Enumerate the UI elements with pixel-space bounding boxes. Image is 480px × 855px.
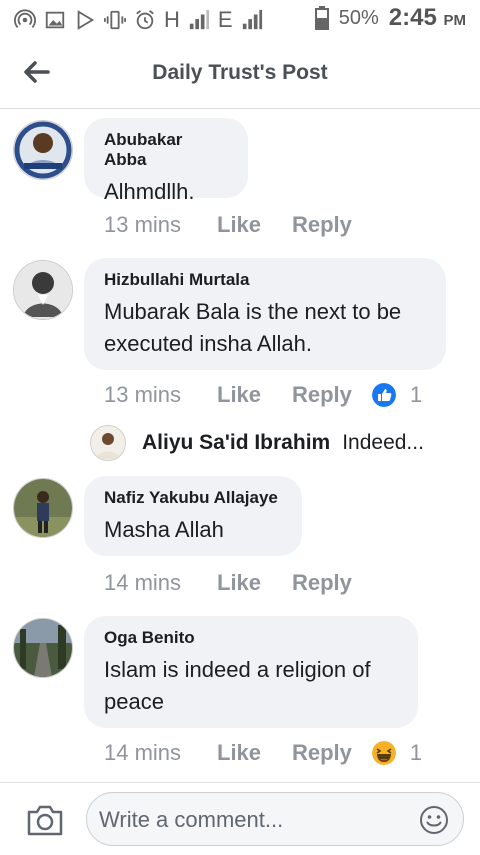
comment-time[interactable]: 13 mins <box>104 382 217 408</box>
clock-ampm: PM <box>443 12 467 29</box>
comment-text: Mubarak Bala is the next to be executed … <box>104 299 402 356</box>
comment-meta: 13 mins Like Reply 1 <box>104 382 422 408</box>
comment-author[interactable]: Hizbullahi Murtala <box>104 270 426 290</box>
avatar[interactable] <box>13 618 73 678</box>
clock-time: 2:45 <box>388 4 437 31</box>
reply-preview[interactable]: Aliyu Sa'id Ibrahim Indeed... <box>90 424 424 462</box>
camera-icon[interactable] <box>26 803 64 837</box>
comment-composer: Write a comment... <box>0 782 480 855</box>
comment-meta: 14 mins Like Reply 1 <box>104 740 422 766</box>
comment-time[interactable]: 13 mins <box>104 212 217 238</box>
reply-text: Indeed... <box>342 431 424 454</box>
reaction-count: 1 <box>409 382 423 407</box>
reply-author[interactable]: Aliyu Sa'id Ibrahim <box>142 431 330 455</box>
wifi-hotspot-icon <box>14 9 36 28</box>
comment-text: Alhmdllh. <box>104 179 195 204</box>
clock: 2:45 PM <box>389 4 466 32</box>
vibrate-icon <box>104 10 126 30</box>
comment-input[interactable]: Write a comment... <box>86 792 464 846</box>
avatar[interactable] <box>90 425 126 461</box>
network-type-e: E <box>217 7 233 32</box>
like-link[interactable]: Like <box>217 740 292 766</box>
signal-e-icon <box>242 9 262 30</box>
avatar[interactable] <box>13 120 73 180</box>
comment-input-placeholder: Write a comment... <box>99 807 284 832</box>
reply-link[interactable]: Reply <box>292 382 352 408</box>
page-title: Daily Trust's Post <box>152 61 328 84</box>
comment-bubble[interactable]: Abubakar Abba Alhmdllh. <box>84 118 248 204</box>
header: Daily Trust's Post <box>0 38 480 109</box>
comment-meta: 14 mins Like Reply <box>104 570 352 596</box>
comment-text: Islam is indeed a religion of peace <box>104 657 371 714</box>
image-icon <box>45 11 65 29</box>
signal-h-icon <box>189 9 209 30</box>
comment-author[interactable]: Abubakar Abba <box>104 130 228 170</box>
network-type-h: H <box>164 7 180 32</box>
avatar[interactable] <box>13 478 73 538</box>
like-reaction-icon <box>371 383 396 407</box>
alarm-icon <box>136 10 154 30</box>
comment-bubble[interactable]: Nafiz Yakubu Allajaye Masha Allah <box>84 476 302 556</box>
haha-reaction-icon <box>371 741 396 765</box>
comment-bubble[interactable]: Oga Benito Islam is indeed a religion of… <box>84 616 418 728</box>
comment-time[interactable]: 14 mins <box>104 570 217 596</box>
reaction-summary[interactable]: 1 <box>371 740 423 766</box>
comment-author[interactable]: Oga Benito <box>104 628 398 648</box>
comment-text: Masha Allah <box>104 517 224 542</box>
reply-link[interactable]: Reply <box>292 212 352 238</box>
comment-bubble[interactable]: Hizbullahi Murtala Mubarak Bala is the n… <box>84 258 446 370</box>
reaction-summary[interactable]: 1 <box>371 382 423 408</box>
comment-meta: 13 mins Like Reply <box>104 212 352 238</box>
battery-percent: 50% <box>338 6 379 29</box>
avatar[interactable] <box>13 260 73 320</box>
reaction-count: 1 <box>409 740 423 765</box>
like-link[interactable]: Like <box>217 382 292 408</box>
comment-author[interactable]: Nafiz Yakubu Allajaye <box>104 488 282 508</box>
reply-link[interactable]: Reply <box>292 740 352 766</box>
status-bar: H E 50% 2:45 PM <box>0 0 480 38</box>
emoji-icon[interactable] <box>419 805 449 835</box>
play-store-icon <box>77 10 95 30</box>
like-link[interactable]: Like <box>217 570 292 596</box>
battery-icon <box>314 6 329 30</box>
comment-time[interactable]: 14 mins <box>104 740 217 766</box>
like-link[interactable]: Like <box>217 212 292 238</box>
reply-link[interactable]: Reply <box>292 570 352 596</box>
